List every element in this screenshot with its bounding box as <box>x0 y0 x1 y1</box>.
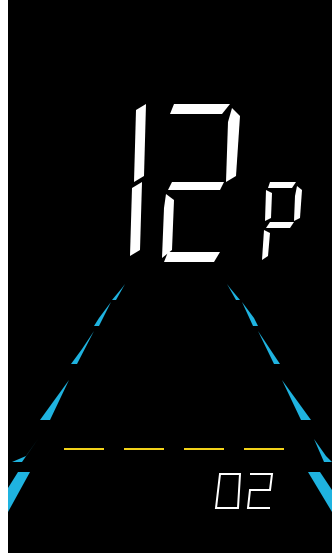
right-lane-stripe <box>242 302 258 326</box>
left-lane-stripe <box>71 331 94 364</box>
digit-1-lower-segment <box>130 182 142 256</box>
yellow-dash <box>124 448 164 450</box>
digit-2-top-segment <box>170 104 230 114</box>
left-lane-stripe <box>112 284 125 300</box>
left-lane-stripe <box>40 380 69 420</box>
unit-label <box>262 182 302 260</box>
unit-p-upper-left-segment <box>265 190 272 221</box>
gear-digit-0 <box>214 473 242 509</box>
display-screen: 12 P 02 <box>8 0 332 553</box>
main-value <box>130 104 240 262</box>
left-lane-stripes <box>8 284 125 512</box>
digit-2-upper-right-segment <box>226 108 240 182</box>
digit-1-upper-segment <box>134 104 146 182</box>
right-lane-stripe <box>258 331 280 364</box>
left-lane-stripe <box>12 439 38 462</box>
unit-p-lower-left-segment <box>262 230 270 260</box>
unit-p-middle-segment <box>266 222 294 228</box>
road-graphic <box>8 104 332 512</box>
unit-p-upper-right-segment <box>294 186 302 221</box>
left-lane-stripe <box>94 302 111 326</box>
gear-value <box>214 473 274 509</box>
gear-digit-2 <box>246 473 274 509</box>
right-lane-stripes <box>227 284 332 512</box>
yellow-dashed-line <box>64 448 284 450</box>
right-lane-stripe <box>282 380 311 420</box>
unit-p-top-segment <box>268 182 296 188</box>
right-lane-stripe <box>308 472 332 512</box>
digit-2-bottom-segment <box>164 252 220 262</box>
yellow-dash <box>64 448 104 450</box>
digit-2-lower-left-segment <box>162 194 174 258</box>
yellow-dash <box>184 448 224 450</box>
right-lane-stripe <box>314 439 332 462</box>
yellow-dash <box>244 448 284 450</box>
digit-2-middle-segment <box>168 182 224 190</box>
right-lane-stripe <box>227 284 240 300</box>
left-lane-stripe <box>8 472 30 512</box>
